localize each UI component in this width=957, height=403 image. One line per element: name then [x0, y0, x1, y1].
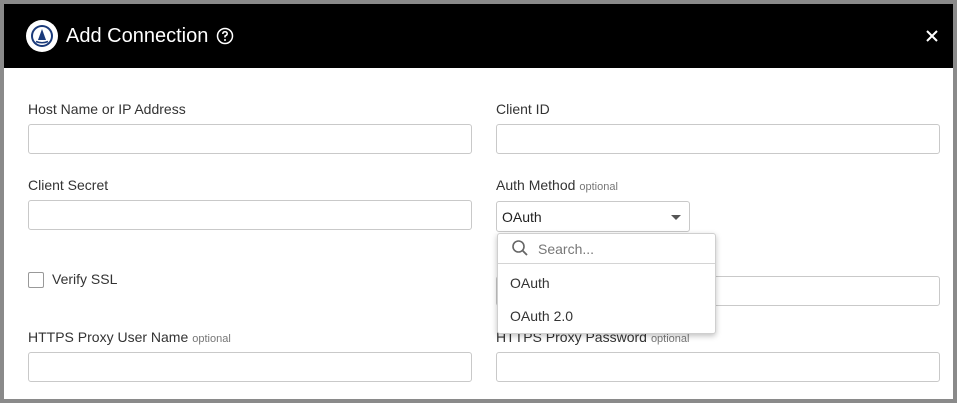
proxy-user-label-text: HTTPS Proxy User Name	[28, 329, 189, 345]
search-icon	[511, 239, 529, 257]
option-oauth-2[interactable]: OAuth 2.0	[498, 301, 715, 331]
proxy-password-input[interactable]	[496, 352, 940, 382]
client-id-label: Client ID	[496, 100, 550, 118]
help-icon[interactable]	[216, 27, 234, 45]
auth-method-label: Auth Method optional	[496, 176, 618, 196]
verify-ssl-checkbox[interactable]	[28, 272, 44, 288]
host-name-label-text: Host Name or IP Address	[28, 101, 186, 117]
option-oauth[interactable]: OAuth	[498, 268, 715, 298]
host-name-input[interactable]	[28, 124, 472, 154]
close-icon[interactable]	[922, 26, 942, 46]
verify-ssl-label: Verify SSL	[52, 270, 117, 288]
client-secret-label: Client Secret	[28, 176, 108, 194]
verify-ssl-label-text: Verify SSL	[52, 271, 118, 287]
auth-method-label-text: Auth Method	[496, 177, 576, 193]
dropdown-search	[498, 234, 715, 264]
dialog-title: Add Connection	[66, 25, 209, 47]
auth-method-select[interactable]: OAuth	[496, 201, 690, 232]
client-secret-input[interactable]	[28, 200, 472, 230]
client-id-input[interactable]	[496, 124, 940, 154]
caret-down-icon	[671, 215, 681, 220]
add-connection-dialog: Add Connection Host Name or IP Address C…	[4, 4, 953, 399]
optional-tag: optional	[192, 333, 231, 345]
client-secret-label-text: Client Secret	[28, 177, 109, 193]
auth-method-value: OAuth	[502, 209, 542, 225]
dropdown-search-input[interactable]	[538, 238, 708, 260]
proxy-user-label: HTTPS Proxy User Name optional	[28, 328, 231, 348]
dialog-header: Add Connection	[4, 4, 953, 68]
optional-tag: optional	[650, 333, 690, 345]
optional-tag: optional	[579, 181, 618, 193]
proxy-user-input[interactable]	[28, 352, 472, 382]
host-name-label: Host Name or IP Address	[28, 100, 186, 118]
logo-icon	[26, 20, 58, 52]
auth-method-dropdown: OAuth OAuth 2.0	[497, 233, 716, 334]
client-id-label-text: Client ID	[496, 101, 550, 117]
